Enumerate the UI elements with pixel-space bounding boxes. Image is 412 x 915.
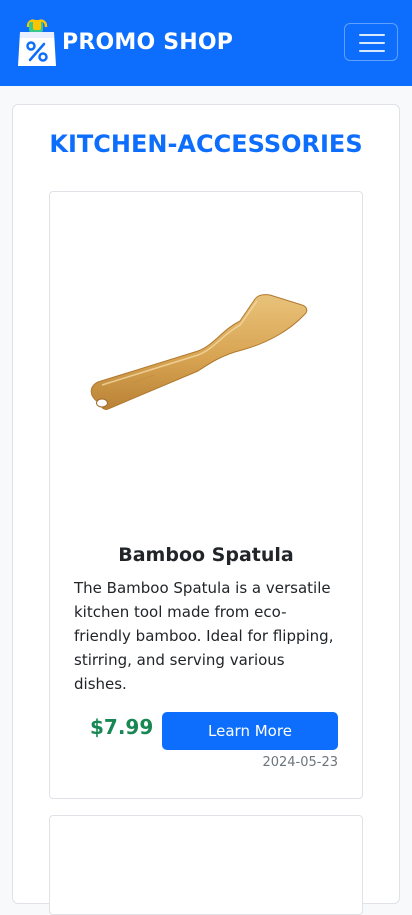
product-price: $7.99 [90, 715, 154, 739]
product-date: 2024-05-23 [262, 755, 338, 770]
learn-more-button[interactable]: Learn More [162, 712, 338, 750]
bamboo-spatula-image [80, 285, 315, 425]
product-card [49, 191, 363, 799]
brand-name[interactable]: PROMO SHOP [62, 28, 233, 58]
hamburger-menu-icon[interactable] [344, 23, 398, 61]
shopping-bag-percent-icon[interactable] [17, 18, 57, 68]
top-navbar: PROMO SHOP [0, 0, 412, 86]
category-title: KITCHEN-ACCESSORIES [49, 130, 363, 158]
product-name[interactable]: Bamboo Spatula [50, 541, 362, 569]
menu-bar [359, 34, 385, 36]
menu-bar [359, 42, 385, 44]
menu-bar [359, 50, 385, 52]
product-description: The Bamboo Spatula is a versatile kitche… [74, 579, 334, 693]
product-card [49, 815, 363, 915]
